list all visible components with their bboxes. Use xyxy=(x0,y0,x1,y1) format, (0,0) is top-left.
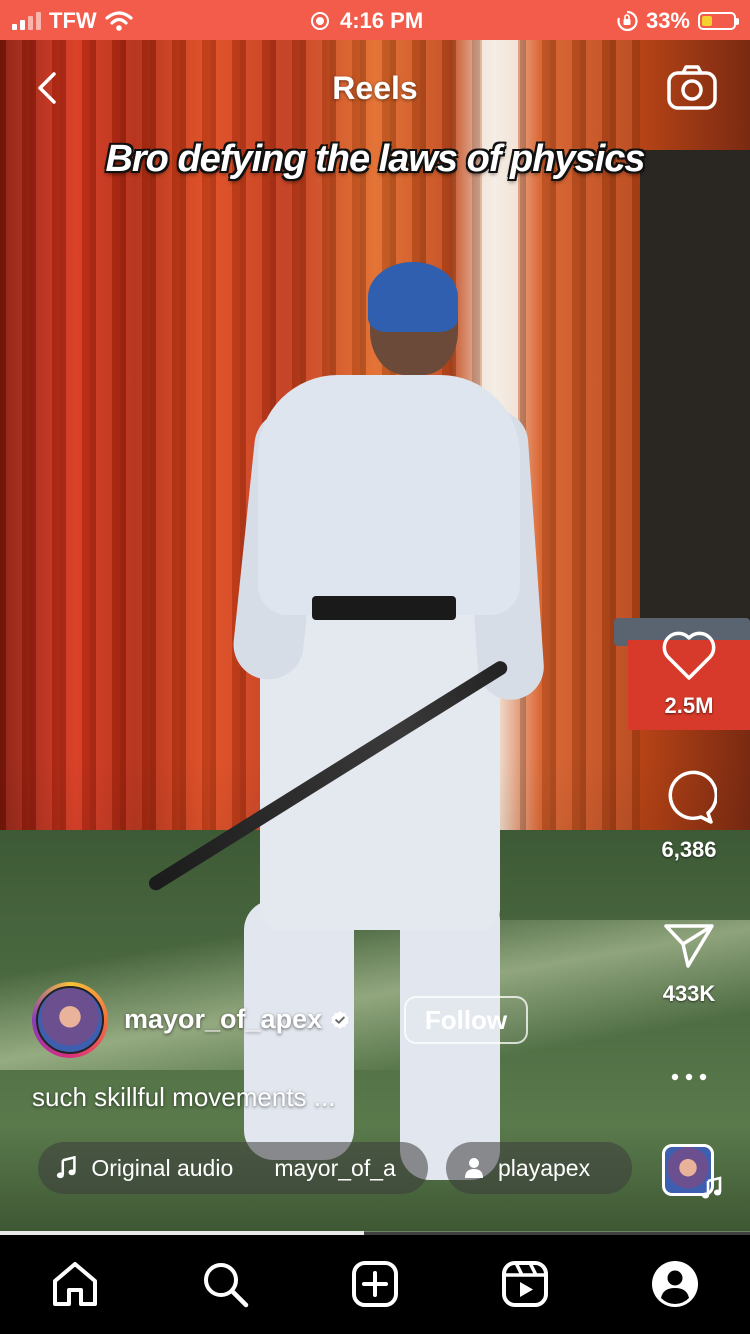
player-belt xyxy=(312,596,456,620)
camera-icon[interactable] xyxy=(666,64,718,112)
floor-light xyxy=(0,920,750,1070)
like-count: 2.5M xyxy=(664,693,714,718)
author-username[interactable]: mayor_of_apex xyxy=(124,1004,322,1035)
post-caption[interactable]: such skillful movements ... xyxy=(32,1082,335,1113)
audio-row: Original audio mayor_of_a playapex xyxy=(38,1142,632,1194)
music-note-icon xyxy=(701,1176,722,1199)
status-bar: TFW 4:16 PM 33% xyxy=(0,0,750,40)
comment-action[interactable]: 6,386 xyxy=(640,770,738,863)
battery-percent: 33% xyxy=(645,8,690,33)
more-options-button[interactable] xyxy=(640,1070,738,1088)
more-horizontal-icon[interactable] xyxy=(669,1071,709,1083)
like-action[interactable]: 2.5M xyxy=(640,630,738,719)
player-torso xyxy=(258,375,520,615)
audio-artist: mayor_of_a xyxy=(274,1154,396,1181)
create-icon[interactable] xyxy=(350,1259,400,1309)
collaborator-chip[interactable]: playapex xyxy=(446,1142,632,1194)
home-icon[interactable] xyxy=(50,1259,100,1309)
verified-badge-icon xyxy=(331,1010,349,1029)
wifi-icon xyxy=(105,11,133,31)
heart-icon[interactable] xyxy=(661,630,717,682)
search-icon[interactable] xyxy=(200,1259,250,1309)
share-action[interactable]: 433K xyxy=(640,920,738,1007)
comment-bubble-icon[interactable] xyxy=(661,770,719,826)
reel-video[interactable] xyxy=(0,40,750,1232)
paper-plane-icon[interactable] xyxy=(662,920,716,970)
author-row[interactable]: mayor_of_apex xyxy=(124,1004,350,1035)
carrier-name: TFW xyxy=(49,8,97,33)
clock: 4:16 PM xyxy=(340,8,424,33)
music-note-icon xyxy=(56,1156,76,1179)
profile-icon[interactable] xyxy=(650,1259,700,1309)
orientation-lock-icon xyxy=(617,10,638,32)
signal-strength-icon xyxy=(12,12,41,30)
player-cap xyxy=(368,262,458,332)
battery-icon xyxy=(698,12,739,30)
avatar-image xyxy=(36,986,104,1054)
comment-count: 6,386 xyxy=(661,837,717,862)
reels-screen: TFW 4:16 PM 33% Reels Bro defying the la… xyxy=(0,0,750,1334)
video-text-overlay: Bro defying the laws of physics xyxy=(105,138,645,180)
audio-label: Original audio xyxy=(91,1154,234,1181)
audio-chip[interactable]: Original audio mayor_of_a xyxy=(38,1142,428,1194)
background-wall xyxy=(640,150,750,630)
page-title: Reels xyxy=(332,70,418,106)
screen-recording-icon xyxy=(311,12,329,30)
person-icon xyxy=(465,1158,483,1178)
share-count: 433K xyxy=(662,981,716,1006)
collaborator-name: playapex xyxy=(498,1154,591,1181)
author-avatar[interactable] xyxy=(32,982,108,1058)
reels-icon[interactable] xyxy=(500,1259,550,1309)
bottom-tab-bar xyxy=(0,1235,750,1334)
follow-button[interactable]: Follow xyxy=(404,996,528,1044)
